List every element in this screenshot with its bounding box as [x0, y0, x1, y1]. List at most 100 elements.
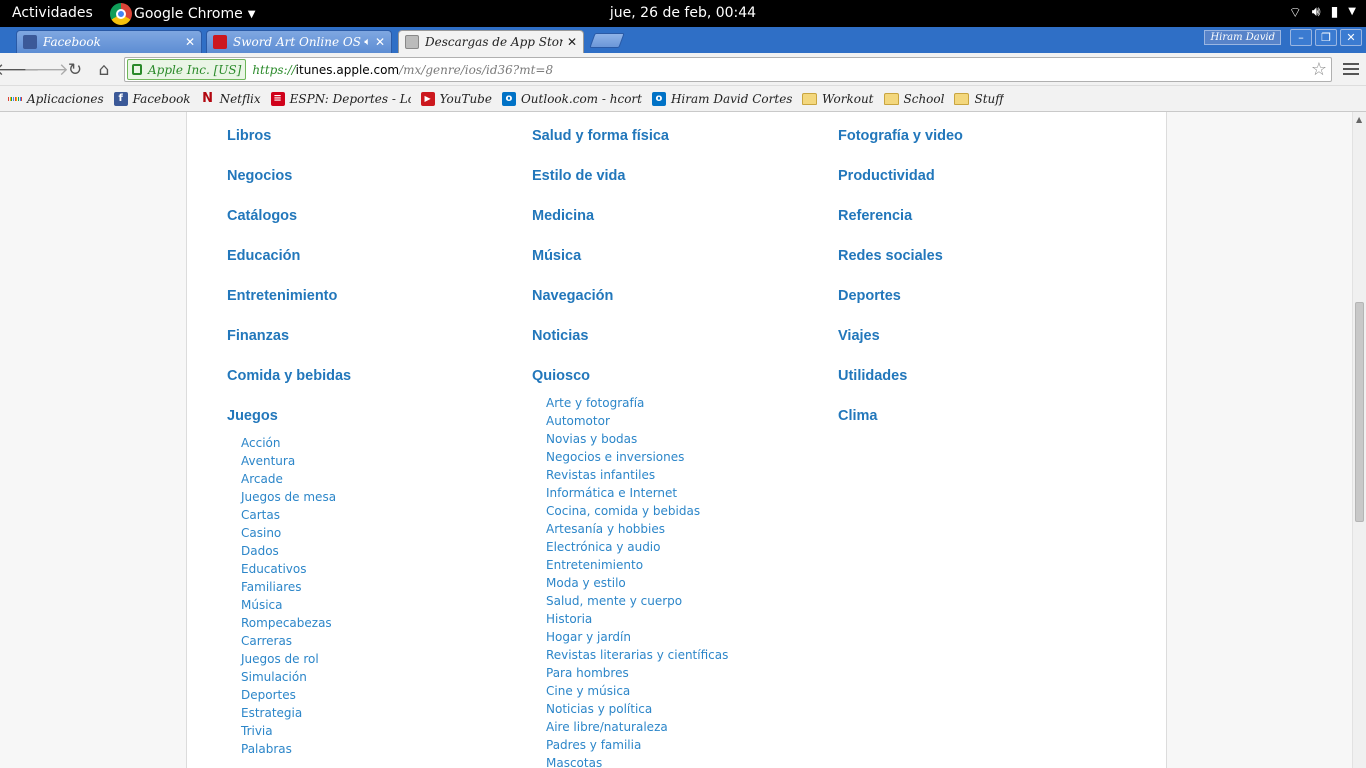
subgenre-link[interactable]: Electrónica y audio — [532, 538, 728, 556]
subgenre-link[interactable]: Moda y estilo — [532, 574, 728, 592]
ev-certificate-badge[interactable]: Apple Inc. [US] — [127, 59, 247, 80]
tab-youtube[interactable]: Sword Art Online OS 🔈︎ ✕ — [206, 30, 392, 53]
subgenre-link[interactable]: Aventura — [227, 452, 351, 470]
bookmark-outlook[interactable]: o Outlook.com - hcortes — [501, 91, 642, 106]
subgenre-link[interactable]: Noticias y política — [532, 700, 728, 718]
subgenre-link[interactable]: Mascotas — [532, 754, 728, 768]
genre-link[interactable]: Referencia — [838, 194, 963, 234]
genre-link[interactable]: Redes sociales — [838, 234, 963, 274]
subgenre-link[interactable]: Música — [227, 596, 351, 614]
url-host: itunes.apple.com — [295, 62, 400, 77]
subgenre-link[interactable]: Aire libre/naturaleza — [532, 718, 728, 736]
maximize-icon[interactable]: ❐ — [1315, 29, 1337, 46]
genre-link[interactable]: Quiosco — [532, 354, 728, 394]
bookmark-star-icon[interactable]: ☆ — [1311, 59, 1327, 80]
close-window-icon[interactable]: ✕ — [1340, 29, 1362, 46]
genre-link[interactable]: Viajes — [838, 314, 963, 354]
address-bar[interactable]: Apple Inc. [US] https://itunes.apple.com… — [124, 57, 1332, 82]
tab-app-store[interactable]: Descargas de App Store e ✕ — [398, 30, 584, 53]
subgenre-link[interactable]: Educativos — [227, 560, 351, 578]
bookmark-espn[interactable]: ≡ ESPN: Deportes - Lo — [270, 91, 411, 106]
subgenre-link[interactable]: Juegos de rol — [227, 650, 351, 668]
home-icon[interactable]: ⌂ — [93, 59, 115, 81]
genre-link[interactable]: Comida y bebidas — [227, 354, 351, 394]
subgenre-link[interactable]: Hogar y jardín — [532, 628, 728, 646]
subgenre-link[interactable]: Cocina, comida y bebidas — [532, 502, 728, 520]
subgenre-link[interactable]: Trivia — [227, 722, 351, 740]
genre-link[interactable]: Fotografía y video — [838, 114, 963, 154]
activities-button[interactable]: Actividades — [12, 5, 93, 21]
genre-link[interactable]: Entretenimiento — [227, 274, 351, 314]
subgenre-link[interactable]: Automotor — [532, 412, 728, 430]
subgenre-link[interactable]: Novias y bodas — [532, 430, 728, 448]
new-tab-button[interactable] — [589, 33, 625, 48]
subgenre-link[interactable]: Cartas — [227, 506, 351, 524]
close-icon[interactable]: ✕ — [185, 35, 195, 49]
subgenre-link[interactable]: Casino — [227, 524, 351, 542]
genre-link[interactable]: Educación — [227, 234, 351, 274]
genre-link[interactable]: Libros — [227, 114, 351, 154]
subgenre-link[interactable]: Salud, mente y cuerpo — [532, 592, 728, 610]
bookmark-folder-workout[interactable]: Workout — [801, 92, 874, 106]
minimize-icon[interactable]: – — [1290, 29, 1312, 46]
genre-link[interactable]: Clima — [838, 394, 963, 434]
genre-link[interactable]: Música — [532, 234, 728, 274]
app-menu[interactable]: Google Chrome ▼ — [110, 1, 255, 27]
tab-facebook[interactable]: Facebook ✕ — [16, 30, 202, 53]
subgenre-link[interactable]: Juegos de mesa — [227, 488, 351, 506]
bookmark-facebook[interactable]: f Facebook — [113, 91, 191, 106]
bookmark-hiram-david[interactable]: o Hiram David Cortes — [651, 91, 792, 106]
genre-link[interactable]: Productividad — [838, 154, 963, 194]
subgenre-link[interactable]: Para hombres — [532, 664, 728, 682]
genre-link[interactable]: Noticias — [532, 314, 728, 354]
genre-link[interactable]: Estilo de vida — [532, 154, 728, 194]
scroll-up-icon[interactable]: ▲ — [1356, 115, 1362, 124]
subgenre-link[interactable]: Revistas infantiles — [532, 466, 728, 484]
subgenre-link[interactable]: Historia — [532, 610, 728, 628]
subgenre-link[interactable]: Acción — [227, 434, 351, 452]
genre-link[interactable]: Juegos — [227, 394, 351, 434]
bookmark-label: ESPN: Deportes - Lo — [289, 91, 411, 106]
subgenre-link[interactable]: Arcade — [227, 470, 351, 488]
profile-button[interactable]: Hiram David — [1204, 30, 1281, 45]
genre-link[interactable]: Salud y forma física — [532, 114, 728, 154]
subgenre-link[interactable]: Negocios e inversiones — [532, 448, 728, 466]
subgenre-link[interactable]: Artesanía y hobbies — [532, 520, 728, 538]
genre-link[interactable]: Navegación — [532, 274, 728, 314]
page-scrollbar[interactable]: ▲ — [1352, 112, 1366, 768]
genre-link[interactable]: Finanzas — [227, 314, 351, 354]
genre-link[interactable]: Catálogos — [227, 194, 351, 234]
close-icon[interactable]: ✕ — [567, 35, 577, 49]
subgenre-link[interactable]: Arte y fotografía — [532, 394, 728, 412]
subgenre-link[interactable]: Entretenimiento — [532, 556, 728, 574]
bookmark-youtube[interactable]: ▶ YouTube — [420, 91, 492, 106]
url-text[interactable]: https://itunes.apple.com/mx/genre/ios/id… — [252, 63, 553, 77]
chrome-menu-icon[interactable] — [1342, 60, 1360, 78]
subgenre-link[interactable]: Revistas literarias y científicas — [532, 646, 728, 664]
reload-icon[interactable]: ↻ — [64, 59, 86, 81]
genre-link[interactable]: Utilidades — [838, 354, 963, 394]
subgenre-link[interactable]: Carreras — [227, 632, 351, 650]
genre-link[interactable]: Negocios — [227, 154, 351, 194]
close-icon[interactable]: ✕ — [375, 35, 385, 49]
subgenre-link[interactable]: Simulación — [227, 668, 351, 686]
subgenre-link[interactable]: Estrategia — [227, 704, 351, 722]
forward-arrow-icon[interactable]: 🡒 — [23, 59, 69, 81]
bookmark-folder-school[interactable]: School — [883, 92, 944, 106]
genre-link[interactable]: Deportes — [838, 274, 963, 314]
subgenre-link[interactable]: Palabras — [227, 740, 351, 758]
bookmark-netflix[interactable]: N Netflix — [201, 92, 261, 106]
bookmark-apps[interactable]: Aplicaciones — [8, 92, 104, 106]
scrollbar-thumb[interactable] — [1355, 302, 1364, 522]
subgenre-link[interactable]: Cine y música — [532, 682, 728, 700]
subgenre-link[interactable]: Informática e Internet — [532, 484, 728, 502]
bookmark-folder-stuff[interactable]: Stuff — [954, 92, 1004, 106]
status-area[interactable]: ⌔ 🔊︎ ▮ ▼ — [1289, 4, 1356, 22]
genre-link[interactable]: Medicina — [532, 194, 728, 234]
subgenre-link[interactable]: Dados — [227, 542, 351, 560]
subgenre-link[interactable]: Deportes — [227, 686, 351, 704]
subgenre-link[interactable]: Rompecabezas — [227, 614, 351, 632]
subgenre-link[interactable]: Familiares — [227, 578, 351, 596]
subgenre-link[interactable]: Padres y familia — [532, 736, 728, 754]
bookmark-label: Aplicaciones — [27, 91, 104, 106]
